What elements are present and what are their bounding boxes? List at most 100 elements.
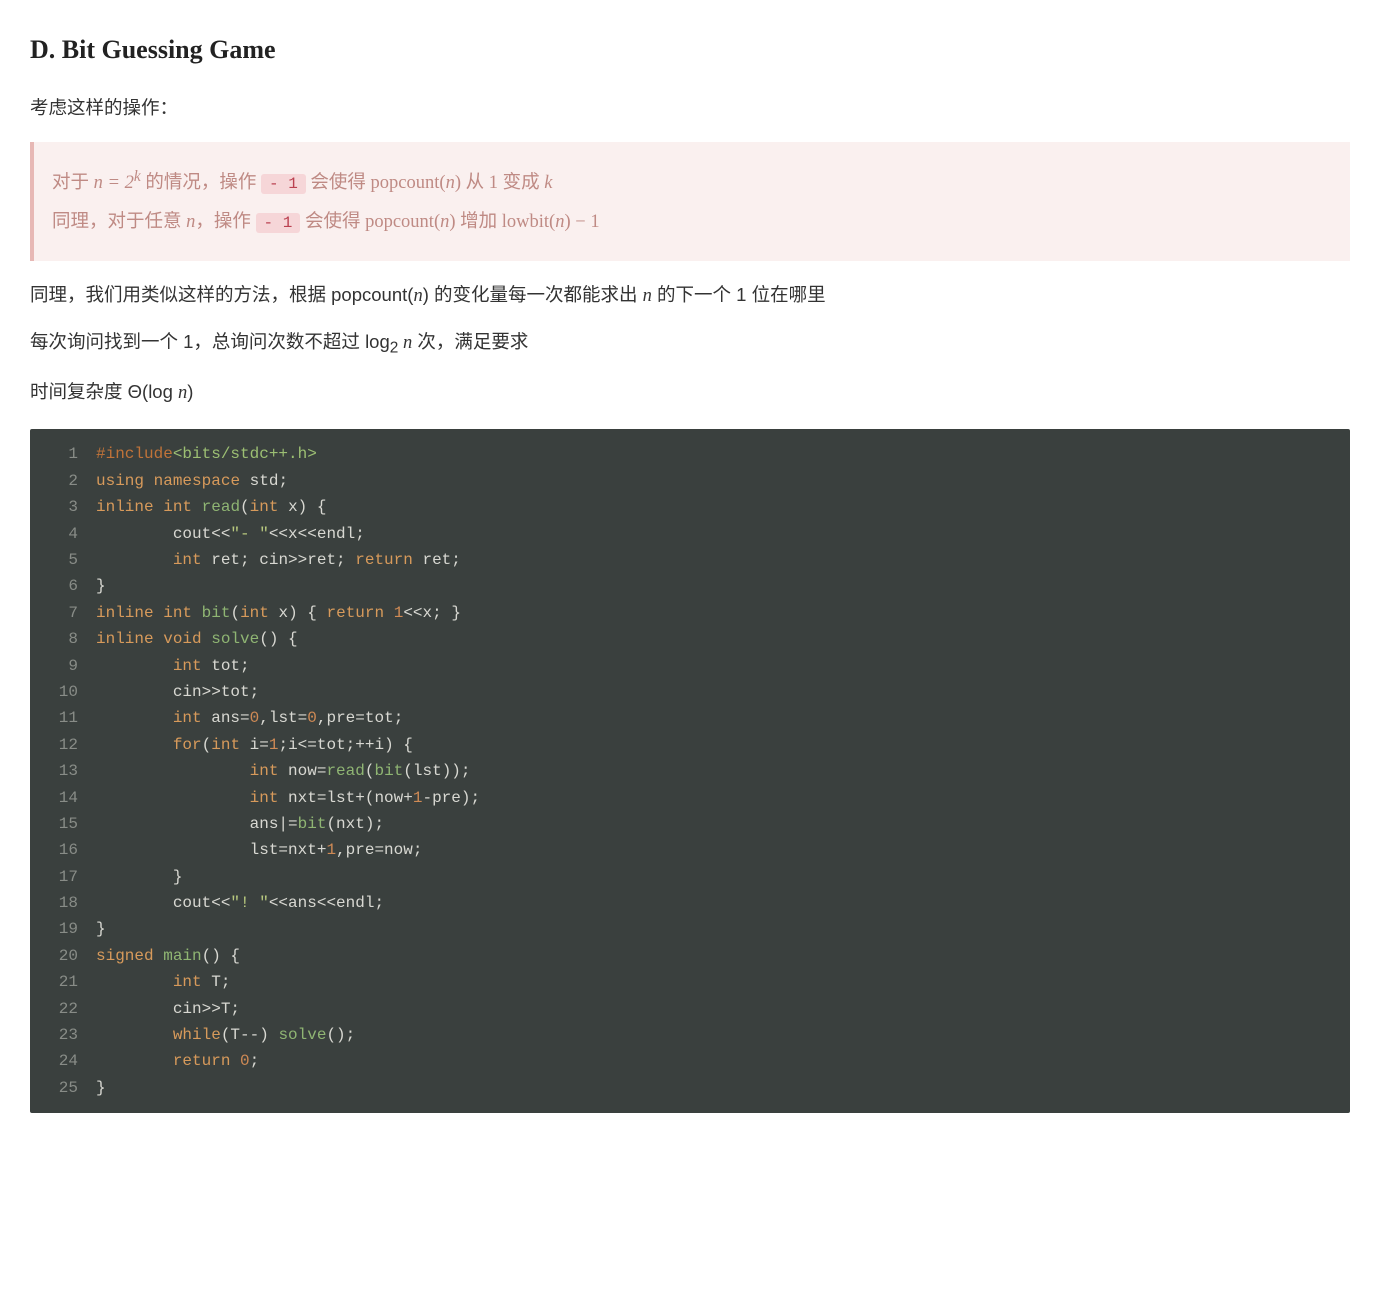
line-number: 25	[30, 1075, 96, 1101]
code-block: 1#include<bits/stdc++.h>2using namespace…	[30, 429, 1350, 1113]
code-content: inline void solve() {	[96, 626, 1350, 652]
text: ，操作	[195, 212, 255, 232]
code-content: return 0;	[96, 1048, 1350, 1074]
line-number: 20	[30, 943, 96, 969]
text: 时间复杂度 Θ(log	[30, 381, 178, 402]
code-content: int ans=0,lst=0,pre=tot;	[96, 705, 1350, 731]
sup-k: k	[134, 168, 141, 185]
text: 的下一个 1 位在哪里	[652, 284, 826, 305]
text: )	[187, 381, 193, 402]
code-line: 4 cout<<"- "<<x<<endl;	[30, 521, 1350, 547]
line-number: 23	[30, 1022, 96, 1048]
code-line: 8inline void solve() {	[30, 626, 1350, 652]
code-line: 1#include<bits/stdc++.h>	[30, 441, 1350, 467]
code-line: 7inline int bit(int x) { return 1<<x; }	[30, 600, 1350, 626]
code-content: inline int bit(int x) { return 1<<x; }	[96, 600, 1350, 626]
blockquote: 对于 n = 2k 的情况，操作 - 1 会使得 popcount(n) 从 1…	[30, 142, 1350, 261]
line-number: 13	[30, 758, 96, 784]
code-content: signed main() {	[96, 943, 1350, 969]
code-content: }	[96, 573, 1350, 599]
code-line: 20signed main() {	[30, 943, 1350, 969]
code-content: int T;	[96, 969, 1350, 995]
code-content: }	[96, 864, 1350, 890]
code-content: int now=read(bit(lst));	[96, 758, 1350, 784]
text: ) 增加 lowbit(	[449, 212, 555, 232]
blockquote-line-1: 对于 n = 2k 的情况，操作 - 1 会使得 popcount(n) 从 1…	[52, 164, 1332, 200]
code-line: 19}	[30, 916, 1350, 942]
math-n: n	[446, 173, 455, 193]
line-number: 10	[30, 679, 96, 705]
page-title: D. Bit Guessing Game	[30, 28, 1350, 72]
line-number: 9	[30, 653, 96, 679]
code-line: 25}	[30, 1075, 1350, 1101]
code-line: 3inline int read(int x) {	[30, 494, 1350, 520]
paragraph-1: 同理，我们用类似这样的方法，根据 popcount( n) 的变化量每一次都能求出…	[30, 279, 1350, 312]
math-k: k	[544, 173, 552, 193]
text: 对于	[52, 173, 94, 193]
line-number: 12	[30, 732, 96, 758]
code-line: 15 ans|=bit(nxt);	[30, 811, 1350, 837]
code-content: cout<<"- "<<x<<endl;	[96, 521, 1350, 547]
code-content: while(T--) solve();	[96, 1022, 1350, 1048]
code-line: 5 int ret; cin>>ret; return ret;	[30, 547, 1350, 573]
line-number: 2	[30, 468, 96, 494]
code-line: 12 for(int i=1;i<=tot;++i) {	[30, 732, 1350, 758]
text: ) 的变化量每一次都能求出	[423, 284, 643, 305]
math-n: n	[440, 212, 449, 232]
inline-code-minus-1: - 1	[261, 174, 306, 194]
line-number: 24	[30, 1048, 96, 1074]
code-line: 6}	[30, 573, 1350, 599]
math-n-eq-2k: n = 2k	[94, 173, 141, 193]
text: ) − 1	[564, 212, 599, 232]
code-content: ans|=bit(nxt);	[96, 811, 1350, 837]
code-content: int nxt=lst+(now+1-pre);	[96, 785, 1350, 811]
line-number: 14	[30, 785, 96, 811]
code-content: }	[96, 1075, 1350, 1101]
code-line: 14 int nxt=lst+(now+1-pre);	[30, 785, 1350, 811]
text: 会使得 popcount(	[306, 173, 446, 193]
paragraph-3: 时间复杂度 Θ(log n)	[30, 376, 1350, 409]
math-n: n	[186, 212, 195, 232]
code-content: int tot;	[96, 653, 1350, 679]
code-line: 16 lst=nxt+1,pre=now;	[30, 837, 1350, 863]
code-line: 23 while(T--) solve();	[30, 1022, 1350, 1048]
code-line: 18 cout<<"! "<<ans<<endl;	[30, 890, 1350, 916]
line-number: 4	[30, 521, 96, 547]
code-line: 17 }	[30, 864, 1350, 890]
line-number: 8	[30, 626, 96, 652]
math-n: n	[643, 286, 652, 306]
text: 每次询问找到一个 1，总询问次数不超过 log	[30, 331, 390, 352]
math-n: n	[178, 383, 187, 403]
code-line: 21 int T;	[30, 969, 1350, 995]
code-content: int ret; cin>>ret; return ret;	[96, 547, 1350, 573]
code-line: 2using namespace std;	[30, 468, 1350, 494]
line-number: 15	[30, 811, 96, 837]
code-content: #include<bits/stdc++.h>	[96, 441, 1350, 467]
line-number: 1	[30, 441, 96, 467]
line-number: 3	[30, 494, 96, 520]
line-number: 11	[30, 705, 96, 731]
intro-paragraph: 考虑这样的操作：	[30, 92, 1350, 123]
line-number: 5	[30, 547, 96, 573]
code-content: for(int i=1;i<=tot;++i) {	[96, 732, 1350, 758]
text: 会使得 popcount(	[300, 212, 440, 232]
line-number: 17	[30, 864, 96, 890]
text: ) 从 1 变成	[455, 173, 544, 193]
code-content: cin>>tot;	[96, 679, 1350, 705]
code-content: lst=nxt+1,pre=now;	[96, 837, 1350, 863]
text: 次，满足要求	[412, 331, 528, 352]
math-n: n	[398, 333, 412, 353]
paragraph-2: 每次询问找到一个 1，总询问次数不超过 log2 n 次，满足要求	[30, 326, 1350, 362]
code-line: 13 int now=read(bit(lst));	[30, 758, 1350, 784]
blockquote-line-2: 同理，对于任意 n，操作 - 1 会使得 popcount(n) 增加 lowb…	[52, 207, 1332, 238]
code-line: 9 int tot;	[30, 653, 1350, 679]
code-content: cout<<"! "<<ans<<endl;	[96, 890, 1350, 916]
code-content: using namespace std;	[96, 468, 1350, 494]
line-number: 21	[30, 969, 96, 995]
text: 同理，对于任意	[52, 212, 186, 232]
text: 同理，我们用类似这样的方法，根据 popcount(	[30, 284, 413, 305]
line-number: 6	[30, 573, 96, 599]
code-line: 22 cin>>T;	[30, 996, 1350, 1022]
line-number: 7	[30, 600, 96, 626]
code-content: }	[96, 916, 1350, 942]
